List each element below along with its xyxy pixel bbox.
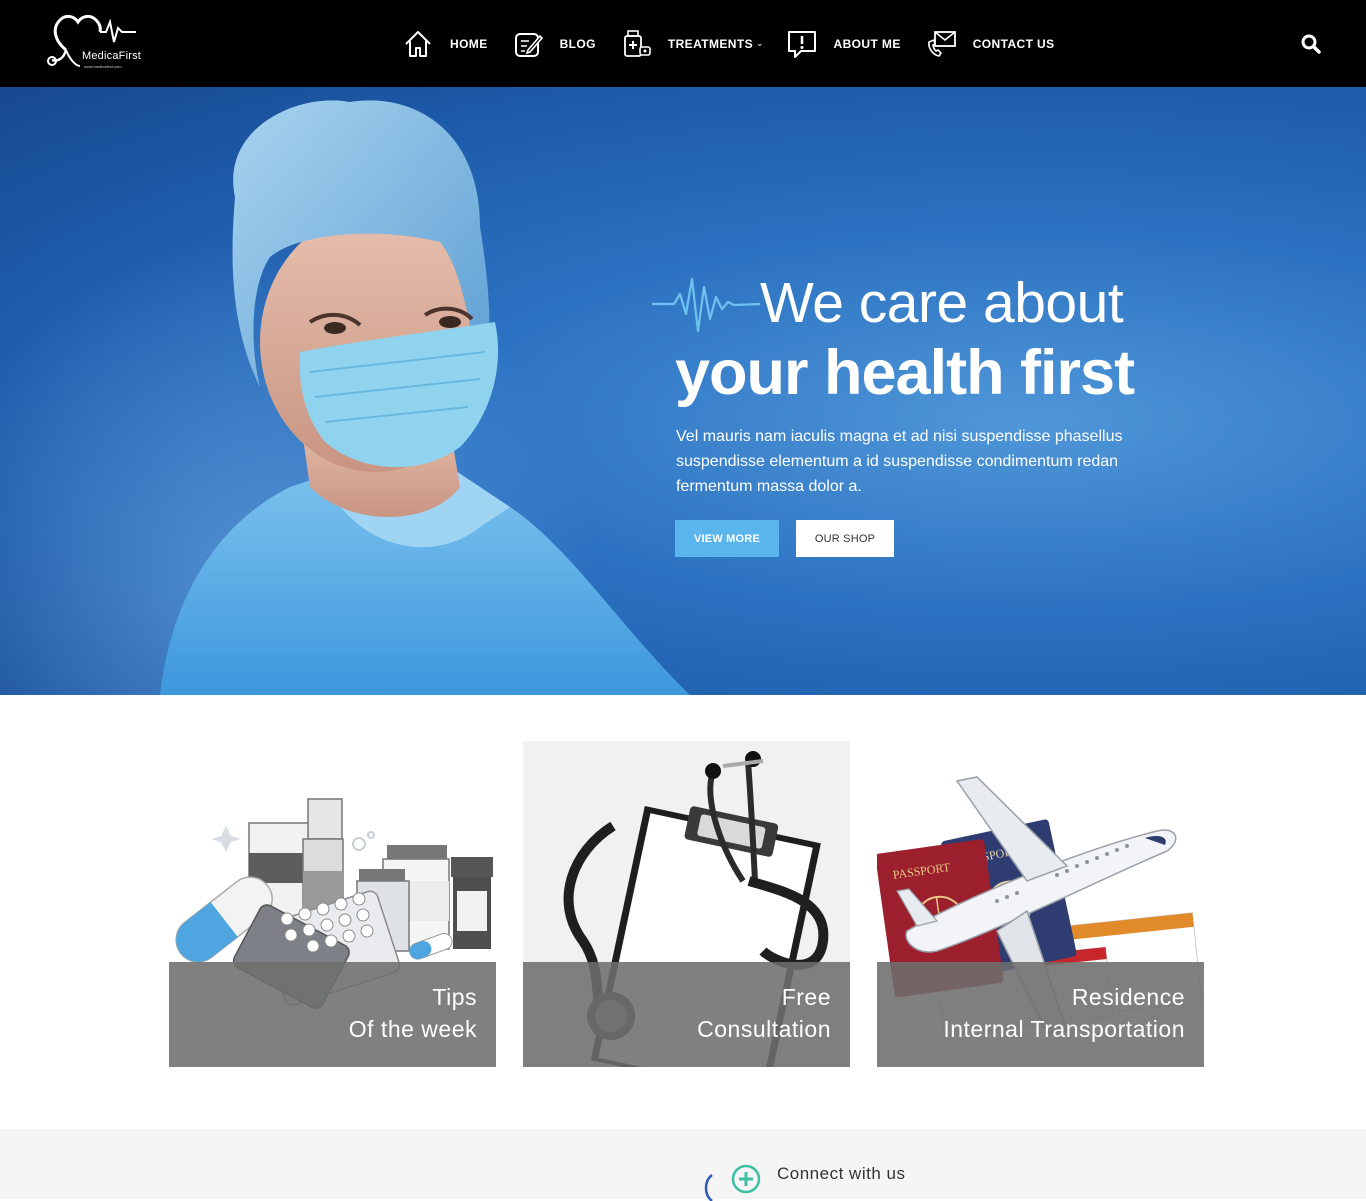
nav-blog-label: BLOG [559,36,596,51]
connect-heading: Connect with us [777,1164,906,1183]
contact-icon [923,26,959,62]
nav-treatments[interactable]: TREATMENTS ⌄ [618,0,764,87]
heartbeat-icon [652,277,760,333]
card-transportation[interactable]: PASSPORT PASSPORT Residence Internal Tra… [877,741,1204,1067]
nav-about[interactable]: ABOUT ME [784,0,901,87]
card-title-line1: Residence [1071,984,1185,1010]
about-icon [784,26,820,62]
top-navbar: MedicaFirst www.medicafirst.com HOME BLO… [0,0,1366,87]
nav-contact[interactable]: CONTACT US [923,0,1055,87]
nav-home[interactable]: HOME [400,0,488,87]
chevron-down-icon: ⌄ [755,38,764,48]
card-title: Residence Internal Transportation [943,981,1185,1045]
nav-home-label: HOME [450,36,488,51]
our-shop-button[interactable]: OUR SHOP [796,520,894,557]
card-title: Free Consultation [697,981,831,1045]
phone-medical-icon [704,1164,761,1201]
surgeon-photo [160,100,690,695]
connect-section: Connect with us [0,1129,1366,1201]
blog-icon [510,26,546,62]
card-title: Tips Of the week [349,981,477,1045]
card-title-line2: Internal Transportation [943,1016,1185,1042]
brand-logo[interactable]: MedicaFirst www.medicafirst.com [44,10,144,74]
brand-url: www.medicafirst.com [84,64,122,69]
hero-heading-line1: We care about [760,271,1124,335]
brand-name: MedicaFirst [82,50,142,62]
card-title-line2: Consultation [697,1016,831,1042]
hero-banner: We care about your health first Vel maur… [0,87,1366,695]
nav-treatments-label: TREATMENTS [667,36,753,51]
hero-heading-line2: your health first [675,338,1135,408]
nav-contact-label: CONTACT US [972,36,1055,51]
main-menu: HOME BLOG TREATMENTS ⌄ ABOUT ME CONTACT … [400,0,1055,87]
card-tips[interactable]: Tips Of the week [169,741,496,1067]
card-title-line1: Free [781,984,831,1010]
card-title-line1: Tips [432,984,477,1010]
home-icon [400,26,436,62]
search-button[interactable] [1298,31,1324,57]
treatments-icon [618,26,654,62]
nav-about-label: ABOUT ME [833,36,901,51]
hero-description: Vel mauris nam iaculis magna et ad nisi … [676,428,1123,495]
card-title-line2: Of the week [348,1016,477,1042]
nav-blog[interactable]: BLOG [510,0,596,87]
search-icon [1301,34,1321,54]
card-consultation[interactable]: Free Consultation [523,741,850,1067]
view-more-button[interactable]: VIEW MORE [675,520,779,557]
